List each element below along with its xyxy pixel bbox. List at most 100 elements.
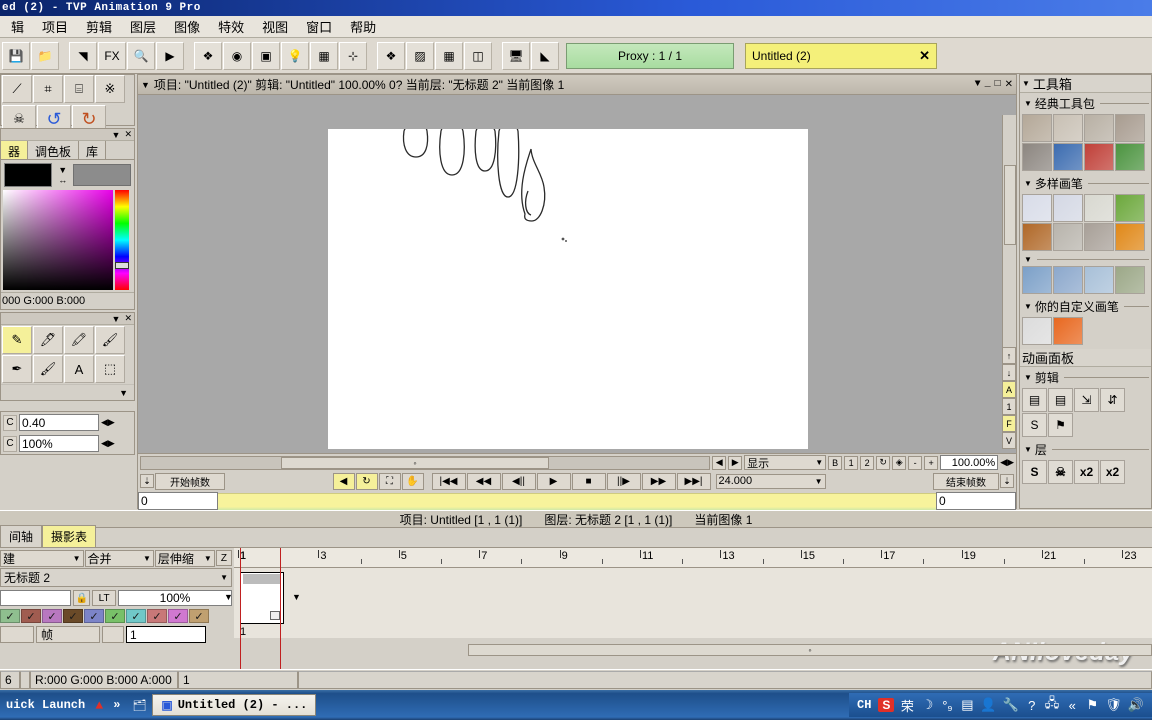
next-frame-arrow[interactable]: ▼ xyxy=(292,592,301,602)
frame-extra[interactable] xyxy=(102,626,124,643)
input-method-indicator[interactable]: CH xyxy=(857,698,871,712)
merge-dropdown[interactable]: 合并 ▼ xyxy=(84,549,154,567)
start-frame-marker-icon[interactable]: ⇣ xyxy=(140,474,154,488)
expand-icon[interactable]: « xyxy=(1065,698,1079,713)
layer-toggle-9[interactable]: ✓ xyxy=(189,609,209,623)
end-frame-input[interactable]: 0 xyxy=(936,492,1016,510)
layer-stretch-dropdown[interactable]: 层伸缩 ▼ xyxy=(154,549,215,567)
menu-item-0[interactable]: 辑 xyxy=(2,15,33,38)
fast-forward-button[interactable]: ▶▶ xyxy=(641,472,676,490)
brush-fade-left-icon[interactable] xyxy=(1022,266,1052,294)
wrench-icon[interactable]: 🔧 xyxy=(1003,697,1019,713)
timeline-cells[interactable]: ▼ ▼ 1 1 ANIloveday xyxy=(224,550,1152,666)
color-wheel-button[interactable]: ◉ xyxy=(223,41,251,70)
minimize-button[interactable]: _ xyxy=(985,79,991,91)
chevron-down-icon[interactable]: ▼ xyxy=(141,80,150,90)
frame-number-input[interactable]: 1 xyxy=(126,626,206,643)
playhead-left[interactable] xyxy=(240,548,241,670)
view-b-button[interactable]: B xyxy=(828,455,843,470)
zoom-out-button[interactable]: - xyxy=(908,455,923,470)
saturation-value-field[interactable] xyxy=(3,190,113,290)
canvas-side-button-1[interactable]: 1 xyxy=(1002,398,1016,415)
display-dropdown[interactable]: 显示 ▼ xyxy=(744,455,827,470)
chevron-down-icon[interactable]: ▼ xyxy=(1024,302,1032,311)
go-to-end-button[interactable]: ▶▶| xyxy=(676,472,711,490)
color-tab-2[interactable]: 库 xyxy=(79,141,107,159)
flag-icon[interactable]: ⚑ xyxy=(1085,697,1099,713)
drawing-canvas[interactable] xyxy=(328,123,808,449)
fx-button[interactable]: FX xyxy=(98,41,126,70)
chevron-down-icon[interactable]: ▼ xyxy=(1024,373,1032,382)
classic-red-brush-icon[interactable] xyxy=(1084,143,1114,171)
clip-duplicate[interactable]: ⇵ xyxy=(1100,388,1125,412)
brush-sparkle-icon[interactable] xyxy=(1084,194,1114,222)
playhead-right[interactable] xyxy=(280,548,281,670)
chevron-down-icon[interactable]: ▼ xyxy=(1024,99,1032,108)
volume-icon[interactable]: 🔊 xyxy=(1128,697,1144,713)
z-depth-button[interactable]: Z xyxy=(215,550,232,566)
taskbar-window-button[interactable]: ▣ Untitled (2) - ... xyxy=(152,694,317,716)
param-size-stepper[interactable]: ◀▶ xyxy=(101,417,115,428)
direction-button[interactable]: ◀ xyxy=(332,472,355,490)
hand-button[interactable]: ✋ xyxy=(401,472,424,490)
scrollbar-thumb[interactable] xyxy=(1004,165,1016,245)
canvas-side-button-↑[interactable]: ↑ xyxy=(1002,347,1016,364)
layer-toggle-8[interactable]: ✓ xyxy=(168,609,188,623)
layer-toggle-7[interactable]: ✓ xyxy=(147,609,167,623)
loop-button[interactable]: ↻ xyxy=(355,472,378,490)
pinyin-icon[interactable]: 荣 xyxy=(900,696,914,715)
axis-button[interactable]: ⊹ xyxy=(339,41,367,70)
chevron-down-icon[interactable]: ▼ xyxy=(1024,445,1032,454)
param-opacity-input[interactable] xyxy=(19,435,99,452)
layer-toggle-2[interactable]: ✓ xyxy=(42,609,62,623)
background-color-swatch[interactable] xyxy=(73,164,131,186)
close-icon[interactable]: ✕ xyxy=(919,48,930,64)
maximize-button[interactable]: □ xyxy=(995,79,1001,91)
step-back-button[interactable]: ◀|| xyxy=(501,472,536,490)
table-grid-button[interactable]: ▦ xyxy=(435,41,463,70)
zoom-button[interactable]: 🔍 xyxy=(127,41,155,70)
proxy-indicator[interactable]: Proxy : 1 / 1 xyxy=(566,42,734,69)
close-icon[interactable]: ✕ xyxy=(1005,79,1013,91)
clip-insert-right[interactable]: ▤ xyxy=(1048,388,1073,412)
ramp-button[interactable]: ◣ xyxy=(531,41,559,70)
brush-blur-icon[interactable] xyxy=(1115,266,1145,294)
brush-planet-icon[interactable] xyxy=(1022,223,1052,251)
folder-icon[interactable]: 🗂 xyxy=(132,699,146,712)
end-frame-marker-icon[interactable]: ⇣ xyxy=(1000,474,1014,488)
color-tab-0[interactable]: 器 xyxy=(1,141,29,159)
sogou-icon[interactable]: S xyxy=(878,698,895,712)
menu-item-3[interactable]: 图层 xyxy=(121,15,165,38)
brush-flame-icon[interactable] xyxy=(1115,223,1145,251)
chevron-down-icon[interactable]: ▼ xyxy=(975,79,981,91)
classic-marker-icon[interactable] xyxy=(1084,114,1114,142)
text-tool[interactable]: A xyxy=(64,355,94,383)
clip-flag[interactable]: ⚑ xyxy=(1048,413,1073,437)
close-icon[interactable]: ✕ xyxy=(124,313,132,324)
rewind-button[interactable]: ◀◀ xyxy=(466,472,501,490)
layer-s-button[interactable]: S xyxy=(1022,460,1047,484)
airbrush-tool[interactable]: ✒ xyxy=(2,355,32,383)
hue-slider[interactable] xyxy=(115,190,129,290)
layers-stack-button[interactable]: ◥ xyxy=(69,41,97,70)
felt-tool[interactable]: 🖌 xyxy=(33,355,63,383)
tool-panel-grip[interactable]: ▼ ✕ xyxy=(1,313,134,325)
hue-cursor[interactable] xyxy=(115,262,129,269)
frame-thumbnail[interactable] xyxy=(240,572,284,624)
clip-scene[interactable]: S xyxy=(1022,413,1047,437)
foreground-color-swatch[interactable] xyxy=(4,163,53,187)
pen-tool[interactable]: 🖊 xyxy=(33,326,63,354)
step-forward-button[interactable]: ||▶ xyxy=(606,472,641,490)
fps-dropdown[interactable]: 24.000 ▼ xyxy=(715,473,826,489)
layer-toggle-5[interactable]: ✓ xyxy=(105,609,125,623)
save-button[interactable]: 💾 xyxy=(2,41,30,70)
classic-blue-ball-icon[interactable] xyxy=(1053,143,1083,171)
canvas-horizontal-scrollbar[interactable]: ◦ xyxy=(140,455,711,470)
canvas-area[interactable]: ↑ ↓ A 1 F V xyxy=(138,95,1016,453)
swatch-arrows[interactable]: ▼ ↔ xyxy=(55,165,70,185)
perspective-icon[interactable]: ⌗ xyxy=(33,75,63,103)
rotate-icon[interactable]: ⌸ xyxy=(64,75,94,103)
classic-green-leaf-icon[interactable] xyxy=(1115,143,1145,171)
chevron-down-icon[interactable]: ▼ xyxy=(1024,255,1032,264)
brush-text-icon[interactable] xyxy=(1053,194,1083,222)
